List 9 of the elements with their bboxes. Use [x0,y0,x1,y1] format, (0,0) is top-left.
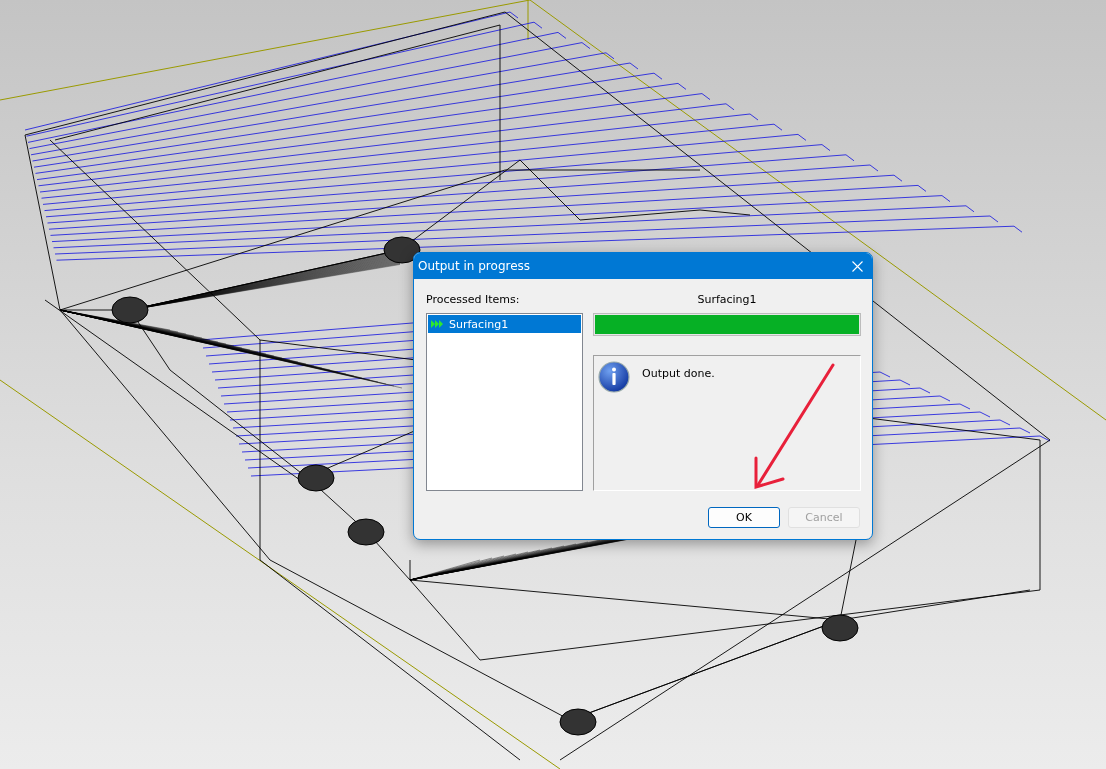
current-item-label: Surfacing1 [696,293,758,308]
close-icon [851,260,863,272]
list-label: Processed Items: [426,293,521,308]
dialog-button[interactable]: OK [708,507,780,528]
message-text: Output done. [642,366,715,382]
info-icon [598,361,630,393]
play-arrows-icon [431,320,443,328]
window-title: Output in progress [418,259,531,273]
list-item[interactable]: Surfacing1 [428,315,581,333]
